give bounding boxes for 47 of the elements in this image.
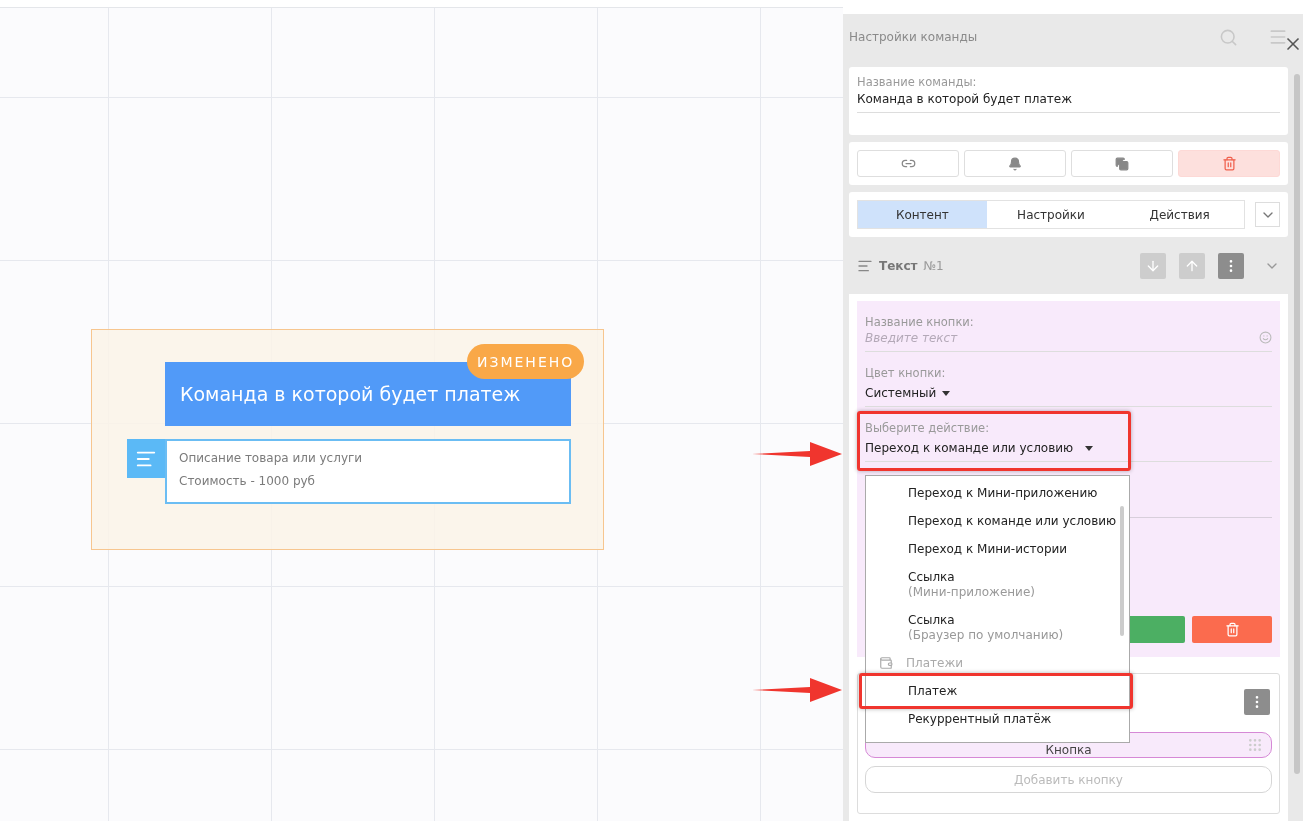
field-label: Название команды: [857, 75, 978, 89]
bell-icon [1008, 156, 1022, 171]
emoji-icon[interactable] [1259, 330, 1272, 344]
status-badge: ИЗМЕНЕНО [467, 344, 585, 379]
move-up-button[interactable] [1179, 252, 1205, 279]
wallet-icon [879, 656, 893, 670]
text-line: Описание товара или услуги [179, 451, 364, 465]
dropdown-option[interactable]: Переход к Мини-приложению [866, 479, 1129, 507]
text-block[interactable]: Описание товара или услуги Стоимость - 1000 руб [165, 439, 571, 504]
caret-icon [1085, 445, 1094, 451]
field-label: Название кнопки: [865, 315, 975, 329]
dropdown-option[interactable]: Ссылка (Браузер по умолчанию) [866, 606, 1129, 649]
field-label: Выберите действие: [865, 421, 991, 435]
delete-button[interactable] [1178, 150, 1280, 177]
drag-handle-icon[interactable] [1247, 737, 1263, 753]
action-select[interactable]: Переход к команде или условию [865, 441, 1094, 455]
dropdown-option[interactable]: Переход к Мини-истории [866, 535, 1129, 563]
panel-title: Настройки команды [849, 30, 978, 44]
button-name-field[interactable]: Введите текст [865, 331, 1165, 345]
tab[interactable]: Контент [858, 201, 987, 228]
copy-icon [1115, 156, 1129, 171]
command-name-field[interactable]: Команда в которой будет платеж [857, 92, 1280, 106]
link-button[interactable] [857, 150, 959, 177]
field-label: Цвет кнопки: [865, 366, 947, 380]
collapse-button[interactable] [1255, 202, 1280, 227]
caret-icon [942, 390, 951, 396]
scrollbar[interactable] [1294, 74, 1300, 774]
more-button[interactable] [1218, 252, 1244, 279]
dropdown-option[interactable]: Переход к команде или условию [866, 507, 1129, 535]
text-line: Стоимость - 1000 руб [179, 474, 316, 488]
trash-icon [1221, 156, 1237, 171]
scrollbar[interactable] [1120, 506, 1124, 636]
dropdown-option[interactable]: Платеж [866, 677, 1129, 705]
bell-button[interactable] [964, 150, 1066, 177]
delete-button[interactable] [1192, 616, 1272, 643]
search-icon[interactable] [1219, 27, 1238, 47]
text-block-icon [127, 439, 165, 478]
section-title: Текст [879, 258, 918, 273]
trash-icon [1224, 622, 1240, 637]
dropdown-option[interactable]: Ссылка (Мини-приложение) [866, 563, 1129, 606]
move-down-button[interactable] [1140, 252, 1166, 279]
section-number: №1 [923, 258, 945, 273]
color-select[interactable]: Системный [865, 386, 951, 400]
copy-button[interactable] [1071, 150, 1173, 177]
dropdown-option[interactable]: Рекуррентный платёж [866, 705, 1129, 733]
more-button[interactable] [1244, 689, 1270, 715]
group-label: Платежи [906, 655, 964, 671]
